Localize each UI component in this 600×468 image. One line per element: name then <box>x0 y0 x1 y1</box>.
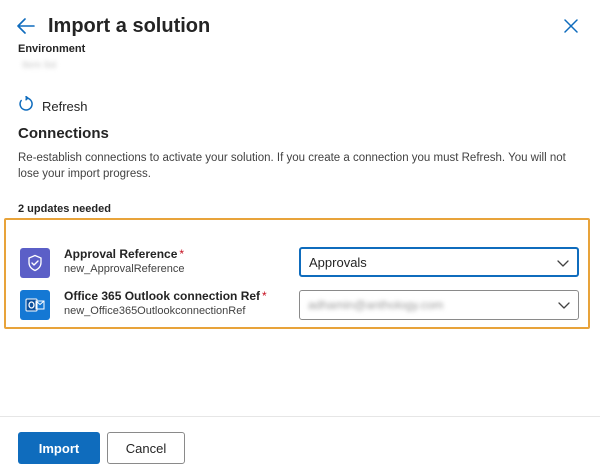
panel-header: Import a solution <box>0 0 600 50</box>
updates-needed-label: 2 updates needed <box>18 203 111 215</box>
refresh-label: Refresh <box>42 98 88 114</box>
cancel-button[interactable]: Cancel <box>107 432 185 464</box>
connection-logical-name: new_Office365OutlookconnectionRef <box>64 305 246 317</box>
connections-description: Re-establish connections to activate you… <box>18 152 566 180</box>
refresh-button[interactable]: Refresh <box>18 95 88 117</box>
required-mark: * <box>179 247 185 261</box>
connection-logical-name: new_ApprovalReference <box>64 263 185 275</box>
connections-title: Connections <box>18 125 109 142</box>
refresh-icon <box>18 95 34 117</box>
import-button[interactable]: Import <box>18 432 100 464</box>
connection-name: Office 365 Outlook connection Ref * <box>64 289 267 303</box>
connection-row-approval: Approval Reference * new_ApprovalReferenc… <box>6 244 588 284</box>
select-value: adhamin@anthology.com <box>308 298 444 312</box>
back-arrow-icon[interactable] <box>14 14 38 38</box>
approval-connection-select[interactable]: Approvals <box>299 247 579 277</box>
connection-row-outlook: Office 365 Outlook connection Ref * new_O… <box>6 286 588 326</box>
required-mark: * <box>262 289 267 303</box>
outlook-icon <box>20 290 50 320</box>
page-title: Import a solution <box>48 15 211 37</box>
footer-divider <box>0 416 600 417</box>
select-value: Approvals <box>309 254 367 270</box>
chevron-down-icon <box>557 260 569 267</box>
close-icon[interactable] <box>560 15 582 37</box>
connection-name: Approval Reference * <box>64 247 184 261</box>
outlook-connection-select[interactable]: adhamin@anthology.com <box>299 290 579 320</box>
environment-value: Item list <box>22 60 57 71</box>
approvals-icon <box>20 248 50 278</box>
environment-label: Environment <box>18 43 86 55</box>
connections-list: Approval Reference * new_ApprovalReferenc… <box>4 218 590 329</box>
connection-name-text: Office 365 Outlook connection Ref <box>64 289 261 303</box>
chevron-down-icon <box>558 302 570 309</box>
connection-name-text: Approval Reference <box>64 247 178 261</box>
